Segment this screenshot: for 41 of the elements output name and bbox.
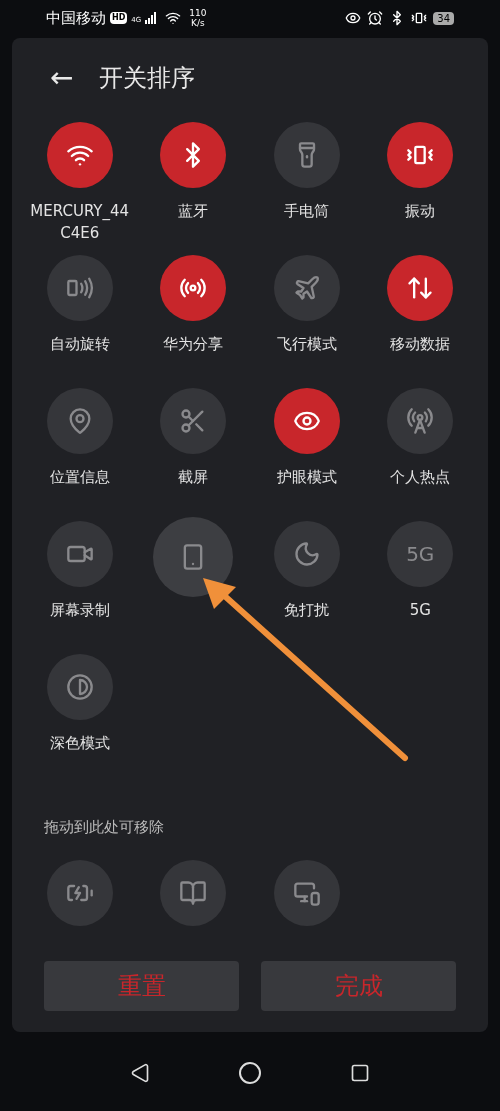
toggle-label: 5G (409, 600, 431, 621)
section-label: 拖动到此处可移除 (44, 817, 165, 838)
page-title: 开关排序 (99, 63, 196, 94)
toggle-label: 截屏 (178, 467, 209, 488)
book-icon (179, 878, 208, 907)
speed-unit: K/s (191, 18, 205, 28)
toggle-label: 深色模式 (49, 733, 110, 754)
speed-value: 110 (189, 8, 207, 18)
wifi-status-icon (165, 10, 182, 26)
moon-icon (292, 540, 321, 568)
signal-icon (145, 12, 158, 24)
toggle-label: MERCURY_44 C4E6 (30, 201, 130, 244)
hotspot-icon (406, 407, 435, 435)
toggle-label: 蓝牙 (178, 201, 209, 222)
battery-indicator: 34 (433, 11, 454, 25)
done-button[interactable]: 完成 (261, 960, 456, 1011)
recents-nav-icon[interactable] (350, 1062, 370, 1083)
5g-label: 5G (406, 541, 435, 568)
toggle-label: 位置信息 (49, 467, 110, 488)
toggle-label: 护眼模式 (276, 467, 337, 488)
toggle-label: 振动 (405, 201, 436, 222)
toggle-label: 免打扰 (284, 600, 330, 621)
toggle-label: 飞行模式 (276, 334, 337, 355)
toggle-button[interactable]: 5G (387, 521, 454, 587)
toggle-label: 个人热点 (390, 467, 451, 488)
toggle-label: 屏幕录制 (49, 600, 110, 621)
eye-status-icon (345, 10, 362, 26)
back-button[interactable]: ← (50, 64, 74, 92)
toggle-label: 手电筒 (284, 201, 330, 222)
hd-badge: HD (110, 12, 128, 24)
carrier-name: 中国移动 (46, 7, 106, 29)
contrast-icon (65, 673, 94, 701)
reset-button[interactable]: 重置 (44, 960, 239, 1011)
toggle-label: 自动旋转 (49, 334, 110, 355)
home-nav-icon[interactable] (238, 1060, 262, 1085)
vibrate-status-icon (411, 10, 428, 26)
toggle-label: 移动数据 (390, 334, 451, 355)
toggle-label: 华为分享 (163, 334, 224, 355)
back-nav-icon[interactable] (130, 1062, 150, 1083)
airplane-icon (292, 274, 321, 302)
alarm-icon (367, 10, 384, 26)
